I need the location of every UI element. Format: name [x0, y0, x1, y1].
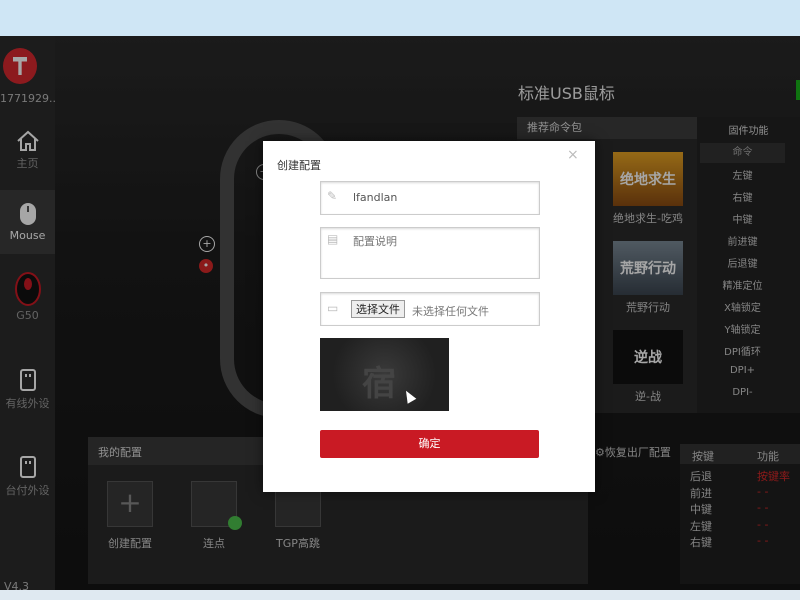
confirm-button[interactable]: 确定: [320, 430, 539, 458]
pencil-icon: ✎: [327, 189, 338, 203]
config-desc-input[interactable]: [351, 231, 535, 275]
image-icon: ▭: [327, 301, 339, 315]
config-desc-field[interactable]: ▤: [320, 227, 540, 279]
window-top-strip: [0, 0, 800, 36]
config-name-input[interactable]: [351, 190, 535, 205]
create-config-dialog: 创建配置 × ✎ ▤ ▭ 选择文件 未选择任何文件 宿 确定: [263, 141, 595, 492]
config-name-field[interactable]: ✎: [320, 181, 540, 215]
preview-watermark: 宿: [362, 364, 396, 404]
close-icon[interactable]: ×: [567, 147, 579, 163]
image-preview: 宿: [320, 338, 449, 411]
dialog-title: 创建配置: [277, 159, 321, 172]
mouse-cursor-icon: [401, 388, 417, 404]
config-image-field: ▭ 选择文件 未选择任何文件: [320, 292, 540, 326]
file-status: 未选择任何文件: [412, 305, 489, 318]
window-bottom-strip: [0, 590, 800, 600]
choose-file-button[interactable]: 选择文件: [351, 300, 405, 318]
document-icon: ▤: [327, 232, 339, 246]
